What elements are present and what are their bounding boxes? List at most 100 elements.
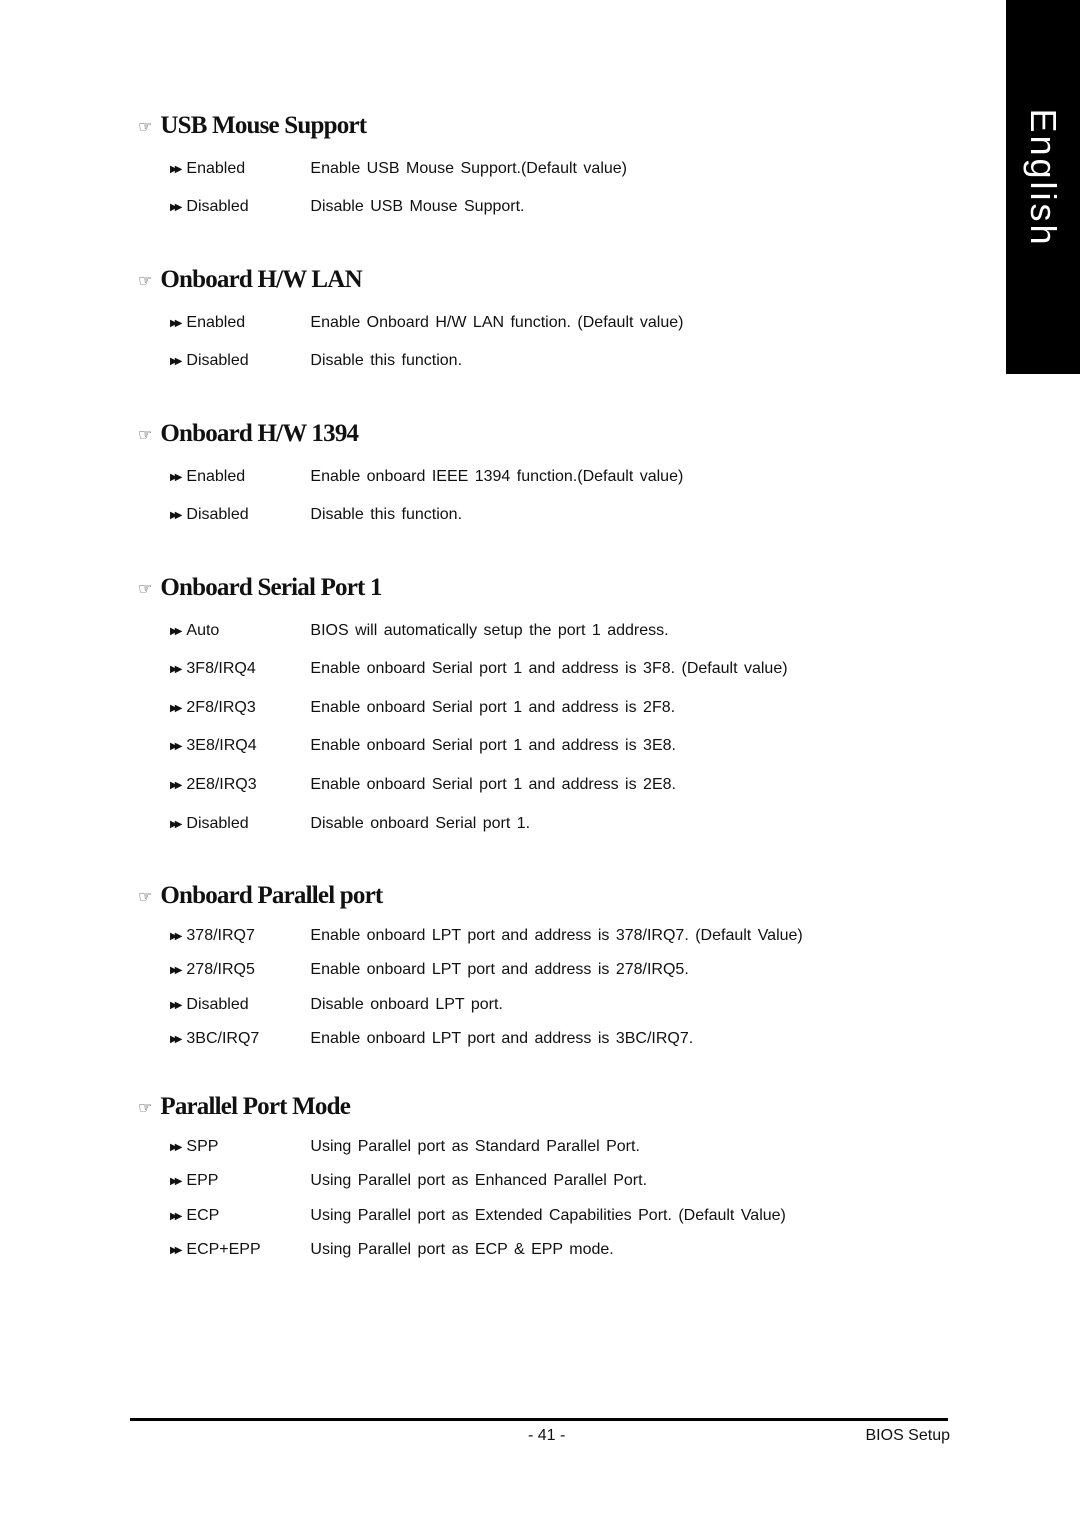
option-description: Using Parallel port as Extended Capabili… — [310, 1207, 786, 1224]
option-value: 2E8/IRQ3 — [186, 776, 257, 793]
double-arrow-icon: ▶▶ — [170, 509, 183, 521]
section-title: Onboard Parallel port — [160, 882, 383, 909]
option-value: 3F8/IRQ4 — [186, 660, 256, 677]
option-description: Disable onboard Serial port 1. — [310, 815, 531, 832]
option-description: Enable onboard LPT port and address is 3… — [310, 927, 803, 944]
option-description: Enable onboard IEEE 1394 function.(Defau… — [310, 468, 684, 485]
option-description: BIOS will automatically setup the port 1… — [310, 622, 669, 639]
bios-option-section: ☞ Parallel Port Mode ▶▶ SPP Using Parallel p… — [138, 1091, 786, 1258]
option-description: Enable onboard LPT port and address is 2… — [310, 961, 689, 978]
option-row: ▶▶ Enabled Enable USB Mouse Support.(Defau… — [170, 160, 627, 178]
option-value: EPP — [186, 1172, 219, 1189]
double-arrow-icon: ▶▶ — [170, 818, 183, 830]
option-row: ▶▶ Disabled Disable onboard LPT port. — [170, 996, 503, 1014]
bios-option-section: ☞ Onboard H/W 1394 ▶▶ Enabled Enable onboard… — [138, 418, 683, 523]
option-value: Disabled — [186, 996, 249, 1013]
option-value: ECP+EPP — [186, 1241, 261, 1258]
option-description: Enable Onboard H/W LAN function. (Defaul… — [310, 314, 684, 331]
option-row: ▶▶ SPP Using Parallel port as Standard Par… — [170, 1138, 640, 1156]
option-row: ▶▶ 3E8/IRQ4 Enable onboard Serial port 1 a… — [170, 737, 676, 755]
double-arrow-icon: ▶▶ — [170, 779, 183, 791]
option-row: ▶▶ 2F8/IRQ3 Enable onboard Serial port 1 a… — [170, 699, 675, 717]
pointing-hand-icon: ☞ — [138, 270, 153, 290]
double-arrow-icon: ▶▶ — [170, 740, 183, 752]
option-description: Disable this function. — [310, 506, 463, 523]
double-arrow-icon: ▶▶ — [170, 964, 183, 976]
double-arrow-icon: ▶▶ — [170, 1141, 183, 1153]
bios-option-section: ☞ USB Mouse Support ▶▶ Enabled Enable USB Mo… — [138, 110, 627, 215]
option-row: ▶▶ Disabled Disable this function. — [170, 352, 462, 370]
option-description: Enable onboard Serial port 1 and address… — [310, 737, 676, 754]
double-arrow-icon: ▶▶ — [170, 317, 183, 329]
option-row: ▶▶ 3F8/IRQ4 Enable onboard Serial port 1 a… — [170, 660, 788, 678]
footer-title: BIOS Setup — [865, 1427, 951, 1444]
double-arrow-icon: ▶▶ — [170, 999, 183, 1011]
double-arrow-icon: ▶▶ — [170, 625, 183, 637]
section-title: Onboard H/W LAN — [160, 266, 362, 293]
section-title: Parallel Port Mode — [160, 1093, 351, 1120]
pointing-hand-icon: ☞ — [138, 116, 153, 136]
option-value: Enabled — [186, 468, 246, 485]
option-value: 3BC/IRQ7 — [186, 1030, 260, 1047]
option-description: Disable onboard LPT port. — [310, 996, 503, 1013]
double-arrow-icon: ▶▶ — [170, 201, 183, 213]
option-description: Using Parallel port as ECP & EPP mode. — [310, 1241, 614, 1258]
option-row: ▶▶ ECP Using Parallel port as Extended Cap… — [170, 1207, 786, 1225]
option-row: ▶▶ Disabled Disable this function. — [170, 506, 462, 524]
option-description: Using Parallel port as Enhanced Parallel… — [310, 1172, 648, 1189]
bios-option-section: ☞ Onboard Serial Port 1 ▶▶ Auto BIOS will au… — [138, 572, 788, 832]
section-title: Onboard H/W 1394 — [160, 420, 359, 447]
option-row: ▶▶ 278/IRQ5 Enable onboard LPT port and ad… — [170, 961, 689, 979]
bios-option-section: ☞ Onboard H/W LAN ▶▶ Enabled Enable Onboard … — [138, 264, 683, 369]
section-title: USB Mouse Support — [160, 112, 367, 139]
option-value: ECP — [186, 1207, 220, 1224]
option-value: Disabled — [186, 198, 249, 215]
option-row: ▶▶ 378/IRQ7 Enable onboard LPT port and ad… — [170, 927, 803, 945]
option-value: Disabled — [186, 815, 249, 832]
pointing-hand-icon: ☞ — [138, 578, 153, 598]
option-value: SPP — [186, 1138, 219, 1155]
option-row: ▶▶ Disabled Disable onboard Serial port 1. — [170, 815, 530, 833]
option-row: ▶▶ Enabled Enable onboard IEEE 1394 functi… — [170, 468, 683, 486]
bios-option-section: ☞ Onboard Parallel port ▶▶ 378/IRQ7 Enable o… — [138, 880, 803, 1047]
option-value: Auto — [186, 622, 220, 639]
double-arrow-icon: ▶▶ — [170, 1033, 183, 1045]
option-description: Disable this function. — [310, 352, 463, 369]
section-heading: ☞ Onboard Serial Port 1 — [138, 572, 383, 604]
double-arrow-icon: ▶▶ — [170, 930, 183, 942]
option-row: ▶▶ EPP Using Parallel port as Enhanced Par… — [170, 1172, 647, 1190]
option-value: 378/IRQ7 — [186, 927, 255, 944]
section-title: Onboard Serial Port 1 — [160, 574, 382, 601]
option-value: 278/IRQ5 — [186, 961, 255, 978]
option-value: Disabled — [186, 506, 249, 523]
option-row: ▶▶ 3BC/IRQ7 Enable onboard LPT port and ad… — [170, 1030, 693, 1048]
double-arrow-icon: ▶▶ — [170, 163, 183, 175]
double-arrow-icon: ▶▶ — [170, 1210, 183, 1222]
option-description: Enable onboard Serial port 1 and address… — [310, 776, 676, 793]
double-arrow-icon: ▶▶ — [170, 663, 183, 675]
option-value: Disabled — [186, 352, 249, 369]
footer-divider — [130, 1418, 948, 1421]
option-row: ▶▶ Auto BIOS will automatically setup the … — [170, 622, 669, 640]
option-value: 2F8/IRQ3 — [186, 699, 256, 716]
double-arrow-icon: ▶▶ — [170, 1175, 183, 1187]
section-heading: ☞ USB Mouse Support — [138, 110, 367, 142]
page-number: - 41 - — [528, 1427, 566, 1444]
option-row: ▶▶ ECP+EPP Using Parallel port as ECP & EP… — [170, 1241, 614, 1259]
option-value: 3E8/IRQ4 — [186, 737, 257, 754]
double-arrow-icon: ▶▶ — [170, 702, 183, 714]
language-tab-label: English — [1023, 108, 1064, 248]
pointing-hand-icon: ☞ — [138, 424, 153, 444]
option-description: Disable USB Mouse Support. — [310, 198, 525, 215]
pointing-hand-icon: ☞ — [138, 1097, 153, 1117]
option-value: Enabled — [186, 160, 246, 177]
option-row: ▶▶ Enabled Enable Onboard H/W LAN function… — [170, 314, 683, 332]
option-description: Enable USB Mouse Support.(Default value) — [310, 160, 627, 177]
option-description: Using Parallel port as Standard Parallel… — [310, 1138, 640, 1155]
pointing-hand-icon: ☞ — [138, 886, 153, 906]
option-row: ▶▶ Disabled Disable USB Mouse Support. — [170, 198, 525, 216]
section-heading: ☞ Onboard H/W LAN — [138, 264, 363, 296]
section-heading: ☞ Parallel Port Mode — [138, 1091, 351, 1123]
section-heading: ☞ Onboard Parallel port — [138, 880, 383, 912]
option-description: Enable onboard Serial port 1 and address… — [310, 699, 676, 716]
